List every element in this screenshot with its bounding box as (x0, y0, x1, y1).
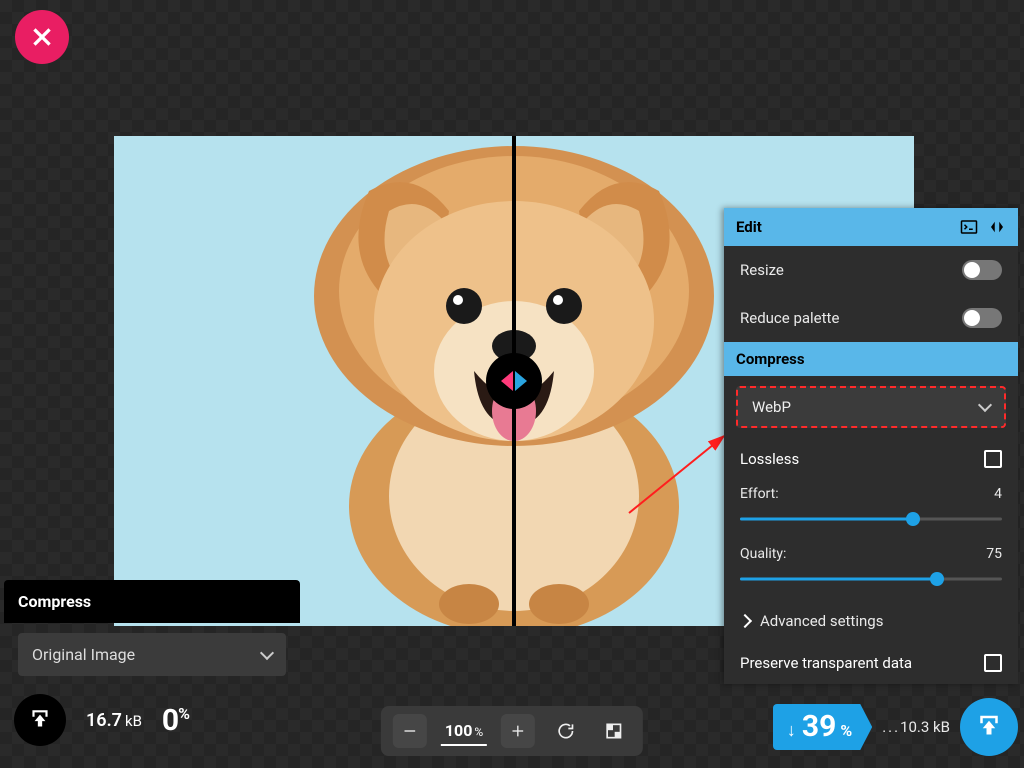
effort-label: Effort: (740, 486, 779, 502)
download-icon (974, 712, 1004, 742)
advanced-label: Advanced settings (760, 612, 883, 630)
arrow-left-icon (501, 371, 513, 391)
compress-section-header: Compress (724, 342, 1018, 376)
original-pct-value: 0 (162, 703, 178, 738)
close-button[interactable] (15, 10, 69, 64)
chevron-down-icon (978, 398, 992, 412)
compare-toggle-icon[interactable] (988, 218, 1006, 236)
output-size-value: 10.3 (900, 718, 929, 736)
left-format-select[interactable]: Original Image (18, 633, 286, 676)
terminal-icon[interactable] (960, 218, 978, 236)
zoom-number: 100 (445, 721, 473, 740)
preserve-transparent-label: Preserve transparent data (740, 654, 912, 672)
reduce-palette-label: Reduce palette (740, 309, 839, 327)
lossless-label: Lossless (740, 450, 799, 468)
reduce-palette-toggle[interactable] (962, 308, 1002, 328)
savings-value: 39 (802, 712, 836, 742)
rotate-icon (556, 721, 576, 741)
effort-value: 4 (994, 486, 1002, 502)
settings-panel: Edit Resize Reduce palette Compress WebP… (724, 208, 1018, 684)
original-pct: 0% (162, 703, 189, 738)
minus-icon (402, 723, 418, 739)
left-compress-pane: Compress Original Image 16.7kB 0% (4, 580, 300, 750)
lossless-checkbox[interactable] (984, 450, 1002, 468)
left-download-button[interactable] (14, 694, 66, 746)
quality-value: 75 (986, 546, 1002, 562)
chevron-down-icon (260, 645, 274, 659)
compress-title: Compress (736, 350, 805, 368)
original-size-unit: kB (125, 712, 142, 730)
ellipsis: ... (882, 718, 900, 736)
comparison-slider-handle[interactable] (486, 353, 542, 409)
quality-label: Quality: (740, 546, 786, 562)
checker-icon (604, 721, 624, 741)
format-value: WebP (752, 398, 791, 416)
resize-row: Resize (724, 246, 1018, 294)
pct-sign: % (178, 704, 189, 723)
zoom-value[interactable]: 100% (441, 717, 487, 746)
download-button[interactable] (960, 698, 1018, 756)
zoom-pct-sign: % (474, 725, 483, 739)
quality-row: Quality: 75 (724, 540, 1018, 600)
effort-slider[interactable] (740, 512, 1002, 526)
output-size-unit: kB (933, 718, 950, 736)
close-icon (29, 24, 55, 50)
effort-thumb[interactable] (906, 512, 920, 526)
result-bar: ↓ 39 % ...10.3 kB (773, 698, 1018, 756)
arrow-down-icon: ↓ (787, 720, 796, 741)
preserve-transparent-row: Preserve transparent data (724, 642, 1018, 684)
resize-toggle[interactable] (962, 260, 1002, 280)
original-size-value: 16.7 (86, 710, 122, 731)
preserve-transparent-checkbox[interactable] (984, 654, 1002, 672)
effort-row: Effort: 4 (724, 480, 1018, 540)
left-format-value: Original Image (32, 645, 135, 664)
original-size: 16.7kB (86, 710, 142, 731)
resize-label: Resize (740, 261, 784, 279)
format-select[interactable]: WebP (736, 386, 1006, 428)
lossless-row: Lossless (724, 438, 1018, 480)
quality-slider[interactable] (740, 572, 1002, 586)
savings-badge: ↓ 39 % (773, 704, 872, 750)
savings-pct-sign: % (840, 721, 852, 740)
rotate-button[interactable] (549, 714, 583, 748)
download-icon (27, 707, 53, 733)
advanced-settings-toggle[interactable]: Advanced settings (724, 600, 1018, 642)
edit-title: Edit (736, 218, 762, 236)
output-size: ...10.3 kB (882, 718, 950, 736)
reduce-palette-row: Reduce palette (724, 294, 1018, 342)
background-toggle-button[interactable] (597, 714, 631, 748)
plus-icon (510, 723, 526, 739)
zoom-toolbar: 100% (381, 706, 643, 756)
arrow-right-icon (515, 371, 527, 391)
left-pane-title: Compress (4, 580, 300, 623)
zoom-in-button[interactable] (501, 714, 535, 748)
edit-section-header: Edit (724, 208, 1018, 246)
zoom-out-button[interactable] (393, 714, 427, 748)
quality-thumb[interactable] (930, 572, 944, 586)
chevron-right-icon (738, 614, 752, 628)
